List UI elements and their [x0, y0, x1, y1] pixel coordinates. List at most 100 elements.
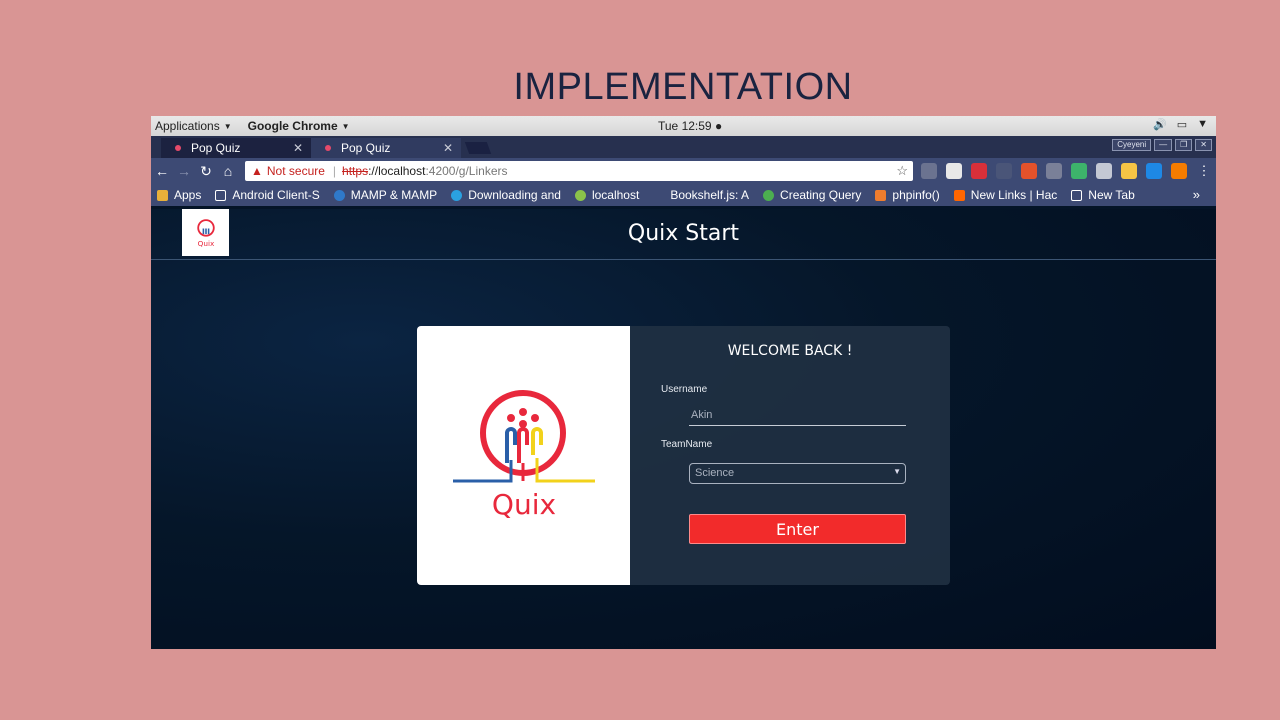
- username-label: Username: [661, 384, 708, 395]
- forward-arrow-icon[interactable]: →: [173, 163, 195, 179]
- warning-icon: ▲: [251, 164, 263, 178]
- bookmark-label: Creating Query: [780, 188, 862, 202]
- browser-toolbar: ← → ↻ ⌂ ▲ Not secure | https ://localhos…: [151, 158, 1216, 184]
- bookmark-item[interactable]: localhost: [574, 188, 640, 202]
- team-select[interactable]: Science ▼: [689, 463, 906, 484]
- teamname-label: TeamName: [661, 439, 713, 450]
- cat-extension-icon[interactable]: [946, 163, 962, 179]
- page-icon: [1071, 189, 1083, 201]
- back-arrow-icon[interactable]: ←: [151, 163, 173, 179]
- login-form: WELCOME BACK ! Username TeamName Science…: [630, 326, 950, 585]
- screenshot-extension-icon[interactable]: [1146, 163, 1162, 179]
- url-host: ://localhost: [368, 164, 426, 178]
- app-menu[interactable]: Google Chrome ▼: [248, 119, 350, 133]
- volume-icon: 🔊: [1153, 119, 1167, 131]
- team-select-value: Science: [695, 467, 735, 479]
- gnome-top-bar: Applications ▼ Google Chrome ▼ Tue 12:59…: [151, 116, 1216, 136]
- wordpress-extension-icon[interactable]: [1096, 163, 1112, 179]
- logo-text: Quix: [491, 488, 555, 521]
- bookmark-label: Bookshelf.js: A: [670, 188, 750, 202]
- slide-title: IMPLEMENTATION: [513, 66, 853, 108]
- divider: |: [332, 164, 337, 178]
- enter-button[interactable]: Enter: [689, 514, 906, 544]
- favicon-icon: [325, 145, 331, 151]
- app-menu-label: Google Chrome: [247, 119, 338, 133]
- bookmark-item[interactable]: New Tab: [1071, 188, 1135, 202]
- bookmark-item[interactable]: phpinfo(): [875, 188, 940, 202]
- bookmark-item[interactable]: Bookshelf.js: A: [653, 188, 749, 202]
- home-icon[interactable]: ⌂: [217, 163, 239, 179]
- bookmark-item[interactable]: New Links | Hac: [953, 188, 1058, 202]
- close-tab-icon[interactable]: ✕: [293, 141, 303, 155]
- url-path: :4200/g/Linkers: [425, 164, 508, 178]
- blank-icon: [653, 190, 664, 201]
- card-logo-panel: Quix: [417, 326, 630, 585]
- login-card: Quix WELCOME BACK ! Username TeamName Sc…: [417, 326, 950, 585]
- tab-strip: Pop Quiz ✕ Pop Quiz ✕ Cyeyeni — ❐ ✕: [151, 136, 1216, 158]
- gear-extension-icon[interactable]: [921, 163, 937, 179]
- angular-extension-icon[interactable]: [1046, 163, 1062, 179]
- grammarly-extension-icon[interactable]: [1121, 163, 1137, 179]
- address-bar[interactable]: ▲ Not secure | https ://localhost :4200/…: [245, 161, 913, 181]
- bookmark-star-icon[interactable]: ☆: [896, 163, 908, 179]
- reload-icon[interactable]: ↻: [195, 163, 217, 180]
- bookmark-label: New Links | Hac: [970, 188, 1058, 202]
- bookmark-label: localhost: [591, 188, 640, 202]
- applications-menu[interactable]: Applications ▼: [155, 119, 232, 133]
- pinwheel-extension-icon[interactable]: [1071, 163, 1087, 179]
- battery-icon: ▭: [1176, 119, 1188, 131]
- page-icon: [215, 189, 227, 201]
- bookmark-label: Android Client-S: [232, 188, 320, 202]
- applications-label: Applications: [155, 119, 220, 133]
- bookmark-label: Downloading and: [468, 188, 561, 202]
- elephant-icon: [333, 189, 345, 201]
- clock[interactable]: Tue 12:59 ●: [658, 119, 722, 133]
- timer-extension-icon[interactable]: [1171, 163, 1187, 179]
- welcome-heading: WELCOME BACK !: [727, 343, 853, 359]
- tab-label: Pop Quiz: [191, 141, 241, 155]
- caret-down-icon: ▼: [341, 121, 350, 131]
- bookmarks-bar: Apps Android Client-S MAMP & MAMP Downlo…: [151, 184, 1216, 206]
- more-bookmarks-icon[interactable]: »: [1193, 187, 1200, 202]
- tab-pop-quiz-1[interactable]: Pop Quiz ✕: [161, 138, 311, 158]
- bookmark-item[interactable]: Apps: [157, 188, 201, 202]
- leaf-icon: [574, 189, 586, 201]
- system-tray[interactable]: 🔊 ▭ ▼: [1153, 118, 1208, 131]
- close-window-icon[interactable]: ✕: [1195, 139, 1212, 151]
- favicon-icon: [175, 145, 181, 151]
- skype-icon: [451, 189, 463, 201]
- desktop-screenshot: Applications ▼ Google Chrome ▼ Tue 12:59…: [151, 116, 1216, 649]
- url-scheme: https: [342, 164, 369, 178]
- bookmark-item[interactable]: Creating Query: [763, 188, 861, 202]
- extension-icons: ⋮: [921, 163, 1212, 179]
- apps-grid-icon: [157, 189, 168, 201]
- quix-logo-icon: Quix: [452, 390, 595, 521]
- hackernews-icon: [953, 189, 965, 201]
- keyboard-layout-label[interactable]: Cyeyeni: [1112, 139, 1152, 151]
- bookmark-item[interactable]: Android Client-S: [215, 188, 320, 202]
- security-warning[interactable]: Not secure: [267, 164, 325, 178]
- bookmark-item[interactable]: MAMP & MAMP: [333, 188, 438, 202]
- app-page: Quix Quix Start Quix WELCOME BACK ! User…: [151, 209, 1216, 649]
- bookmark-item[interactable]: Downloading and: [451, 188, 561, 202]
- app-header: Quix Quix Start: [151, 209, 1216, 260]
- tab-pop-quiz-2[interactable]: Pop Quiz ✕: [311, 138, 461, 158]
- new-tab-button[interactable]: [464, 142, 492, 154]
- minimize-icon[interactable]: —: [1154, 139, 1173, 151]
- menu-kebab-icon[interactable]: ⋮: [1196, 163, 1212, 179]
- chevron-down-icon: ▼: [1197, 118, 1208, 130]
- close-tab-icon[interactable]: ✕: [443, 141, 453, 155]
- tab-label: Pop Quiz: [341, 141, 391, 155]
- php-icon: [875, 189, 887, 201]
- code-extension-icon[interactable]: [996, 163, 1012, 179]
- app-title: Quix Start: [627, 221, 740, 246]
- username-input[interactable]: [689, 405, 906, 426]
- office-extension-icon[interactable]: [1021, 163, 1037, 179]
- todoist-extension-icon[interactable]: [971, 163, 987, 179]
- dropdown-arrow-icon: ▼: [893, 467, 901, 476]
- window-controls: Cyeyeni — ❐ ✕: [1112, 139, 1212, 151]
- bookmark-label: New Tab: [1088, 188, 1135, 202]
- bookmark-label: MAMP & MAMP: [350, 188, 438, 202]
- bookmark-label: Apps: [174, 188, 202, 202]
- restore-icon[interactable]: ❐: [1175, 139, 1193, 151]
